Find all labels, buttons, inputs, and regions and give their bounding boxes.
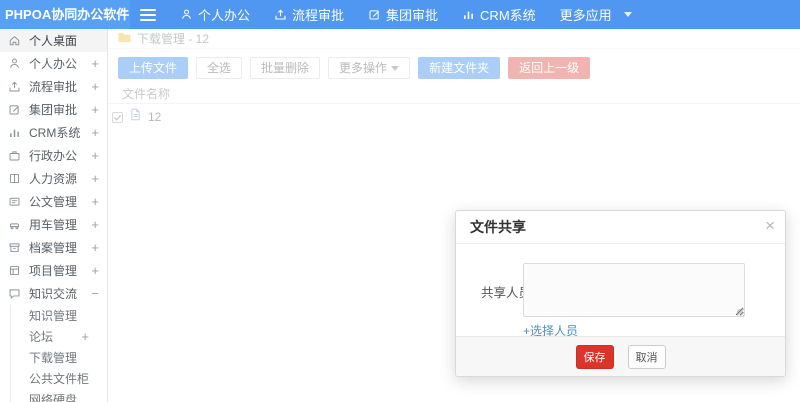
bar-chart-icon <box>462 8 475 21</box>
sidebar-item-label: 流程审批 <box>29 80 78 94</box>
expand-plus-icon[interactable]: + <box>91 79 99 94</box>
sidebar-item-workflow-approval[interactable]: 流程审批 + <box>0 75 107 98</box>
book-icon <box>8 172 22 186</box>
nav-item-personal-office[interactable]: 个人办公 <box>180 5 250 24</box>
nav-item-crm[interactable]: CRM系统 <box>462 5 536 24</box>
edit-square-icon <box>8 103 22 117</box>
sidebar-item-label: 个人桌面 <box>29 34 78 48</box>
sidebar-item-personal-desktop[interactable]: 个人桌面 <box>0 29 107 52</box>
sidebar-subitem-public-file-cabinet[interactable]: 公共文件柜 <box>11 368 107 389</box>
archive-icon <box>8 241 22 255</box>
collapse-minus-icon[interactable]: − <box>91 286 99 301</box>
expand-plus-icon[interactable]: + <box>91 102 99 117</box>
nav-item-group-approval[interactable]: 集团审批 <box>368 5 438 24</box>
project-icon <box>8 264 22 278</box>
sidebar-item-label: 知识交流 <box>29 287 78 301</box>
expand-plus-icon[interactable]: + <box>91 148 99 163</box>
sidebar-subitem-network-disk[interactable]: 网络硬盘 <box>11 389 107 402</box>
person-icon <box>180 8 193 21</box>
sidebar-item-crm[interactable]: CRM系统 + <box>0 121 107 144</box>
sidebar-item-label: 集团审批 <box>29 103 78 117</box>
share-members-textarea[interactable] <box>523 263 745 317</box>
expand-plus-icon[interactable]: + <box>91 194 99 209</box>
sidebar-item-label: 公文管理 <box>29 195 78 209</box>
home-icon <box>8 34 22 48</box>
expand-plus-icon[interactable]: + <box>91 171 99 186</box>
app-logo: PHPOA协同办公软件 <box>0 0 130 29</box>
sidebar-item-label: 用车管理 <box>29 218 78 232</box>
hamburger-menu-icon[interactable] <box>140 8 156 21</box>
sidebar-item-project-mgmt[interactable]: 项目管理 + <box>0 259 107 282</box>
document-icon <box>8 195 22 209</box>
edit-square-icon <box>368 8 381 21</box>
car-icon <box>8 218 22 232</box>
sidebar-item-label: 档案管理 <box>29 241 78 255</box>
sidebar: 个人桌面 个人办公 + 流程审批 + 集团审批 + CRM系统 + 行政办公 +… <box>0 29 108 402</box>
sidebar-item-personal-office[interactable]: 个人办公 + <box>0 52 107 75</box>
expand-plus-icon[interactable]: + <box>81 329 89 344</box>
cancel-button[interactable]: 取消 <box>627 344 666 369</box>
nav-item-label: 集团审批 <box>386 8 439 23</box>
process-upload-icon <box>274 8 287 21</box>
expand-plus-icon[interactable]: + <box>91 56 99 71</box>
modal-footer: 保存 取消 <box>456 336 785 376</box>
nav-item-more-apps[interactable]: 更多应用 <box>560 5 612 24</box>
sidebar-item-vehicle-mgmt[interactable]: 用车管理 + <box>0 213 107 236</box>
modal-body: 共享人员 +选择人员 <box>456 244 785 338</box>
sidebar-item-archive-mgmt[interactable]: 档案管理 + <box>0 236 107 259</box>
expand-plus-icon[interactable]: + <box>91 240 99 255</box>
modal-header: 文件共享 × <box>456 211 785 244</box>
nav-item-label: 个人办公 <box>198 8 251 23</box>
expand-plus-icon[interactable]: + <box>91 125 99 140</box>
briefcase-icon <box>8 149 22 163</box>
process-upload-icon <box>8 80 22 94</box>
sidebar-item-group-approval[interactable]: 集团审批 + <box>0 98 107 121</box>
sidebar-submenu-knowledge: 知识管理 论坛 + 下载管理 公共文件柜 网络硬盘 <box>10 305 107 402</box>
bar-chart-icon <box>8 126 22 140</box>
sidebar-item-label: 行政办公 <box>29 149 78 163</box>
sidebar-subitem-knowledge-mgmt[interactable]: 知识管理 <box>11 305 107 326</box>
nav-item-label: CRM系统 <box>480 8 536 23</box>
save-button[interactable]: 保存 <box>575 344 614 369</box>
sidebar-item-label: 人力资源 <box>29 172 78 186</box>
sidebar-item-label: CRM系统 <box>29 126 81 140</box>
sidebar-subitem-forum[interactable]: 论坛 + <box>11 326 107 347</box>
nav-item-label: 更多应用 <box>559 8 612 23</box>
sidebar-item-admin-office[interactable]: 行政办公 + <box>0 144 107 167</box>
sidebar-item-knowledge-exchange[interactable]: 知识交流 − <box>0 282 107 305</box>
sidebar-item-label: 项目管理 <box>29 264 78 278</box>
nav-item-workflow-approval[interactable]: 流程审批 <box>274 5 344 24</box>
sidebar-item-label: 个人办公 <box>29 57 78 71</box>
app-window: PHPOA协同办公软件 个人办公 流程审批 集团审批 CRM系统 更多应用 个人… <box>0 0 800 402</box>
sidebar-subitem-download-mgmt[interactable]: 下载管理 <box>11 347 107 368</box>
expand-plus-icon[interactable]: + <box>91 217 99 232</box>
file-share-modal: 文件共享 × 共享人员 +选择人员 保存 取消 <box>455 210 786 377</box>
close-icon[interactable]: × <box>765 211 775 241</box>
sidebar-item-hr[interactable]: 人力资源 + <box>0 167 107 190</box>
nav-item-label: 流程审批 <box>292 8 345 23</box>
caret-down-icon[interactable] <box>623 12 632 17</box>
sidebar-item-document-mgmt[interactable]: 公文管理 + <box>0 190 107 213</box>
top-navbar: PHPOA协同办公软件 个人办公 流程审批 集团审批 CRM系统 更多应用 <box>0 0 800 29</box>
person-icon <box>8 57 22 71</box>
chat-icon <box>8 287 22 301</box>
modal-title: 文件共享 <box>470 219 526 235</box>
expand-plus-icon[interactable]: + <box>91 263 99 278</box>
